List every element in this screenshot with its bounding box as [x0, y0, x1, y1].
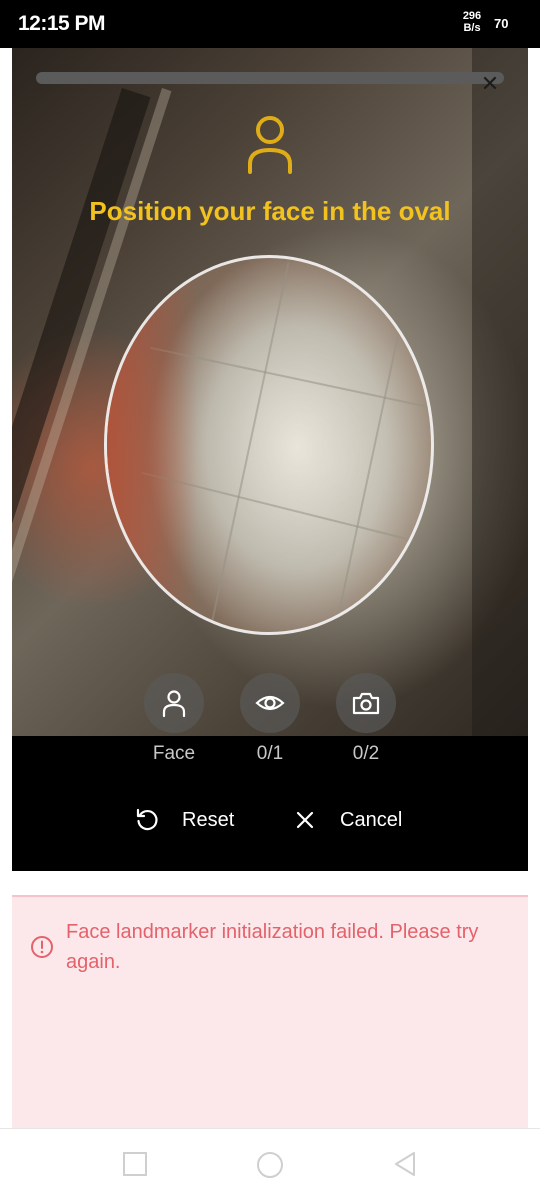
face-capture-card: ✕ Position your face in the oval Face 0/… [12, 48, 528, 871]
network-speed-unit: B/s [463, 22, 481, 34]
face-oval-guide [104, 255, 434, 635]
camera-feed: ✕ Position your face in the oval [12, 48, 528, 736]
person-icon [162, 690, 186, 718]
wall-tile-line [206, 262, 290, 632]
battery-level: 70 [494, 16, 509, 31]
step-camera-label: 0/2 [352, 743, 380, 764]
network-speed-value: 296 [462, 10, 482, 22]
eye-icon [255, 695, 285, 711]
person-icon [242, 112, 298, 176]
error-alert: Face landmarker initialization failed. P… [12, 895, 528, 1130]
system-nav-bar [0, 1129, 540, 1200]
triangle-back-icon[interactable] [392, 1151, 418, 1182]
background-shadow [472, 48, 528, 736]
instruction-text: Position your face in the oval [89, 196, 451, 226]
step-camera-indicator [336, 673, 396, 733]
camera-icon [352, 692, 380, 715]
close-icon [292, 807, 318, 833]
reset-icon [134, 807, 160, 833]
cancel-button[interactable]: Cancel [292, 804, 402, 836]
cancel-label: Cancel [340, 808, 403, 831]
step-eye-label: 0/1 [256, 743, 284, 764]
alert-circle-icon [30, 935, 54, 959]
step-face-indicator [144, 673, 204, 733]
status-bar: 12:15 PM 296 B/s 70 [0, 0, 540, 48]
step-face-label: Face [152, 743, 196, 764]
status-time: 12:15 PM [18, 12, 106, 35]
wall-shadow [107, 258, 197, 632]
reset-button[interactable]: Reset [134, 804, 234, 836]
close-icon[interactable]: ✕ [478, 72, 502, 96]
square-icon[interactable] [122, 1151, 148, 1182]
error-message: Face landmarker initialization failed. P… [66, 921, 479, 973]
network-speed: 296 B/s [458, 10, 486, 34]
step-eye-indicator [240, 673, 300, 733]
reset-label: Reset [182, 808, 235, 831]
progress-track [36, 72, 504, 84]
wall-tile-line [331, 262, 415, 632]
circle-icon[interactable] [256, 1151, 284, 1184]
